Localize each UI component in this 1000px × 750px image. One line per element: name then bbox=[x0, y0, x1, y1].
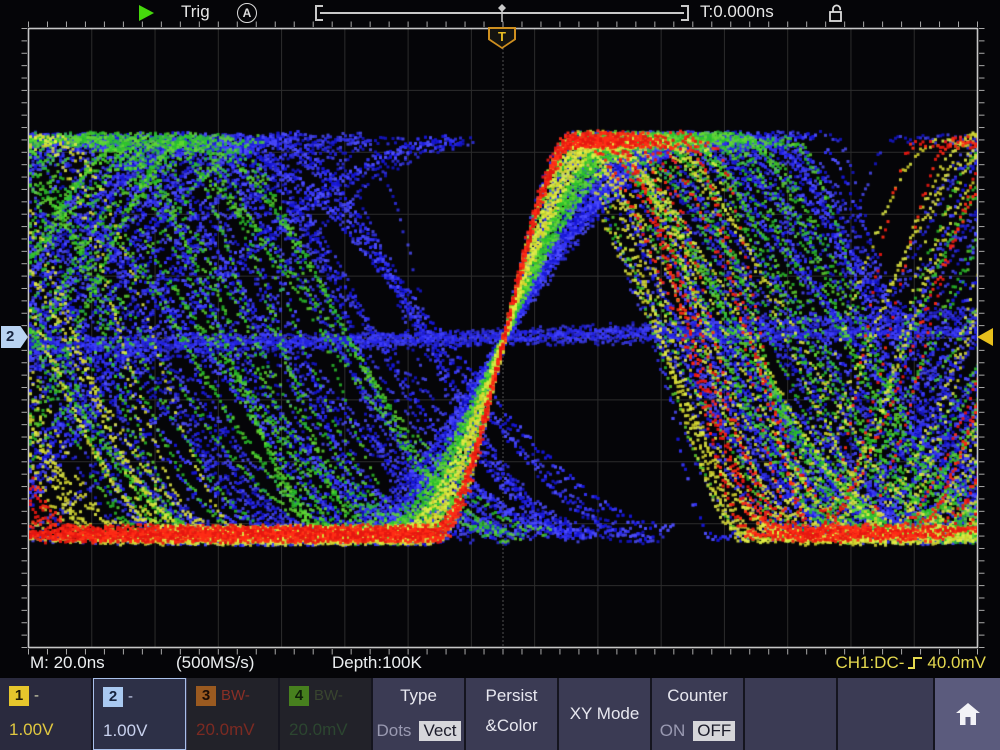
trigger-source-label: CH1:DC- bbox=[835, 653, 904, 673]
menu-persist-cell[interactable]: Persist &Color bbox=[466, 678, 559, 750]
unlocked-icon[interactable] bbox=[826, 2, 846, 24]
counter-option-off-selected[interactable]: OFF bbox=[693, 721, 735, 741]
channel1-scale: 1.00V bbox=[9, 720, 53, 740]
menu-persist-line1: Persist bbox=[466, 686, 557, 706]
memory-depth-readout: Depth:100K bbox=[332, 653, 422, 673]
timebase-readout: M: 20.0ns bbox=[30, 653, 105, 673]
menu-empty-cell-1 bbox=[745, 678, 838, 750]
channel4-badge: 4 bbox=[289, 686, 309, 706]
channel3-bandwidth: BW- bbox=[221, 687, 250, 704]
channel1-badge: 1 bbox=[9, 686, 29, 706]
channel3-cell[interactable]: 3 BW- 20.0mV bbox=[187, 678, 280, 750]
menu-counter-title: Counter bbox=[652, 686, 743, 706]
channel1-coupling: - bbox=[34, 687, 39, 704]
channel2-cell-selected[interactable]: 2 - 1.00V bbox=[93, 678, 186, 750]
home-icon bbox=[953, 700, 983, 728]
channel4-scale: 20.0mV bbox=[289, 720, 348, 740]
trigger-status-readout: CH1:DC- 40.0mV bbox=[835, 653, 986, 673]
menu-counter-cell[interactable]: Counter ON OFF bbox=[652, 678, 745, 750]
sample-rate-readout: (500MS/s) bbox=[176, 653, 254, 673]
channel2-coupling: - bbox=[128, 688, 133, 705]
oscilloscope-screen: Trig A T:0.000ns T 2 M: 20.0ns (500MS/s)… bbox=[0, 0, 1000, 750]
type-option-vect-selected[interactable]: Vect bbox=[419, 721, 460, 741]
waveform-persistence-display bbox=[29, 29, 977, 647]
channel3-scale: 20.0mV bbox=[196, 720, 255, 740]
auto-trigger-icon: A bbox=[237, 3, 257, 23]
channel1-cell[interactable]: 1 - 1.00V bbox=[0, 678, 93, 750]
menu-type-title: Type bbox=[373, 686, 464, 706]
memory-position-bracket[interactable] bbox=[312, 2, 692, 26]
soft-menu-bar: 1 - 1.00V 2 - 1.00V 3 BW- 20.0mV 4 BW- 2… bbox=[0, 678, 1000, 750]
rising-edge-icon bbox=[907, 655, 924, 671]
trigger-time-offset: T:0.000ns bbox=[700, 2, 774, 22]
menu-persist-line2: &Color bbox=[466, 716, 557, 736]
type-option-dots[interactable]: Dots bbox=[376, 721, 411, 741]
channel2-badge: 2 bbox=[103, 687, 123, 707]
trigger-level-label: 40.0mV bbox=[927, 653, 986, 673]
menu-xy-mode-title: XY Mode bbox=[559, 704, 650, 724]
menu-type-cell[interactable]: Type Dots Vect bbox=[373, 678, 466, 750]
menu-empty-cell-2 bbox=[838, 678, 935, 750]
trigger-level-arrow[interactable] bbox=[977, 328, 993, 346]
channel4-bandwidth: BW- bbox=[314, 687, 343, 704]
channel2-scale: 1.00V bbox=[103, 721, 147, 741]
home-button[interactable] bbox=[935, 678, 1000, 750]
channel3-badge: 3 bbox=[196, 686, 216, 706]
menu-xy-mode-cell[interactable]: XY Mode bbox=[559, 678, 652, 750]
run-play-icon bbox=[139, 5, 154, 21]
channel4-cell[interactable]: 4 BW- 20.0mV bbox=[280, 678, 373, 750]
counter-option-on[interactable]: ON bbox=[660, 721, 686, 741]
trig-label: Trig bbox=[181, 2, 210, 22]
